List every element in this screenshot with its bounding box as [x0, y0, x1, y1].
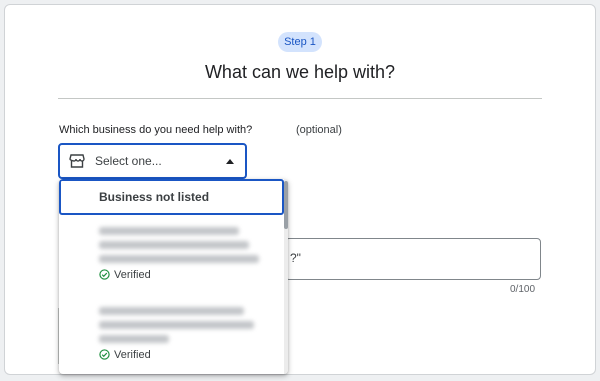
option-business-1[interactable]: Verified — [59, 219, 284, 299]
optional-label: (optional) — [296, 124, 342, 136]
verified-check-icon — [99, 269, 110, 280]
select-placeholder: Select one... — [95, 154, 162, 168]
business-question-label: Which business do you need help with? — [59, 124, 253, 136]
dropdown-scrollbar[interactable] — [284, 179, 288, 374]
blurred-text — [99, 321, 254, 329]
page-title: What can we help with? — [204, 62, 396, 82]
blurred-text — [99, 241, 249, 249]
verified-row: Verified — [99, 349, 151, 361]
textarea-text: ?" — [290, 251, 301, 265]
blurred-text — [99, 307, 244, 315]
option-business-not-listed[interactable]: Business not listed — [59, 179, 284, 215]
blurred-text — [99, 255, 259, 263]
step-badge: Step 1 — [278, 32, 322, 52]
divider — [58, 98, 542, 99]
description-textarea[interactable]: ?" — [285, 238, 541, 280]
blurred-text — [99, 227, 239, 235]
option-label: Business not listed — [99, 190, 210, 204]
char-counter: 0/100 — [510, 284, 536, 295]
caret-up-icon — [226, 159, 234, 164]
storefront-icon — [69, 154, 85, 168]
business-dropdown-menu: Business not listed Verified Verified — [59, 179, 288, 374]
verified-label: Verified — [114, 269, 151, 281]
verified-row: Verified — [99, 269, 151, 281]
verified-label: Verified — [114, 349, 151, 361]
verified-check-icon — [99, 349, 110, 360]
business-select[interactable]: Select one... — [58, 143, 247, 179]
blurred-text — [99, 335, 169, 343]
option-business-2[interactable]: Verified — [59, 299, 284, 374]
scrollbar-thumb[interactable] — [284, 181, 288, 229]
